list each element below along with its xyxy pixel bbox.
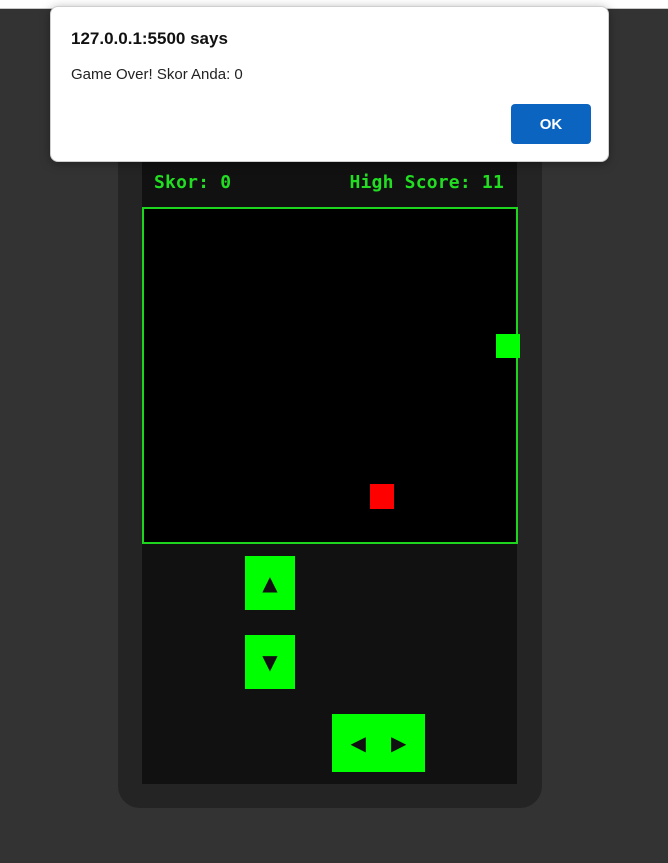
alert-title: 127.0.0.1:5500 says: [71, 29, 228, 48]
alert-dialog: 127.0.0.1:5500 says Game Over! Skor Anda…: [50, 6, 609, 162]
left-right-button[interactable]: ◀ ▶: [332, 714, 425, 772]
high-score-label: High Score: 11: [349, 172, 504, 193]
arrow-left-icon[interactable]: ◀: [351, 733, 366, 753]
snake-head: [496, 334, 520, 358]
alert-message: Game Over! Skor Anda: 0: [71, 66, 243, 83]
food-item: [370, 484, 394, 509]
ok-button[interactable]: OK: [511, 104, 591, 144]
arrow-up-icon: ▲: [262, 571, 278, 595]
up-button[interactable]: ▲: [245, 556, 295, 610]
arrow-right-icon[interactable]: ▶: [391, 733, 406, 753]
arrow-down-icon: ▼: [262, 650, 278, 674]
game-board: [142, 207, 520, 544]
down-button[interactable]: ▼: [245, 635, 295, 689]
score-label: Skor: 0: [154, 172, 232, 193]
